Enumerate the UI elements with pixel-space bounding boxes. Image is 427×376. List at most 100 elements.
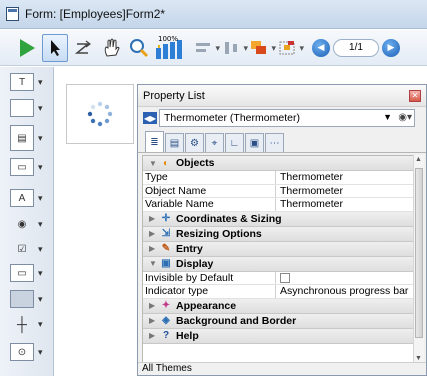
group-label: Entry [176,242,203,255]
zoom-icon[interactable] [126,34,152,62]
gear-icon: ⚙ [190,137,199,149]
stack-icon[interactable] [246,34,276,62]
collapsed-triangle-icon: ▶ [149,301,156,310]
chevron-down-icon: ▾ [38,192,43,203]
group-entry[interactable]: ▶ ✎ Entry [143,241,413,257]
invisible-by-default-checkbox[interactable] [280,272,290,283]
group-display[interactable]: ▼ ▣ Display [143,256,413,272]
collapsed-triangle-icon: ▶ [149,244,156,253]
theme-status: All Themes [138,362,426,375]
display-icon: ▣ [161,258,171,269]
chevron-down-icon: ▾ [38,318,43,329]
list-view-icon: ≣ [150,136,159,148]
palette-field-tool[interactable]: T ▾ [10,71,50,93]
property-value[interactable]: Thermometer [276,198,413,211]
group-label: Display [176,257,214,270]
next-page-icon[interactable]: ▶ [382,38,400,57]
scroll-down-icon[interactable]: ▼ [415,355,422,362]
coordinates-icon: ⌖ [211,137,218,149]
hand-icon[interactable] [98,34,124,62]
property-row[interactable]: Object Name Thermometer [143,184,413,198]
chevron-down-icon: ▾ [38,346,43,357]
align-icon[interactable] [190,34,220,62]
radio-tool-icon: ◉ [17,218,27,230]
palette-list-box-tool[interactable]: ▤ ▾ [10,123,50,153]
tab-resizing[interactable]: ∟ [225,133,244,152]
window-title: Form: [Employees]Form2* [25,7,166,21]
property-row[interactable]: Invisible by Default [143,271,413,285]
prev-page-icon[interactable]: ◀ [312,38,330,57]
expanded-triangle-icon: ▼ [149,259,157,268]
object-selector[interactable]: Thermometer (Thermometer) ▼ ◉▾ [159,109,415,127]
group-background-border[interactable]: ▶ ◈ Background and Border [143,313,413,329]
collapsed-triangle-icon: ▶ [149,331,156,340]
property-tabs: ≣ ▤ ⚙ ⌖ ∟ ▣ ⋯ [138,129,426,153]
group-resizing-options[interactable]: ▶ ⇲ Resizing Options [143,226,413,242]
tab-settings[interactable]: ⚙ [185,133,204,152]
form-editor-toolbar: 100% ◀ 1/1 ▶ [0,30,427,66]
palette-plugin-tool[interactable]: ⊙ ▾ [10,341,50,363]
property-value[interactable]: Asynchronous progress bar [276,285,413,298]
property-value[interactable]: Thermometer [276,185,413,198]
palette-splitter-tool[interactable]: ┼ ▾ [10,313,50,335]
color-icon[interactable] [274,34,304,62]
tab-display[interactable]: ▣ [245,133,264,152]
palette-tab-control-tool[interactable]: ▭ ▾ [10,262,50,284]
chevron-down-icon: ▼ [383,112,392,122]
group-label: Help [176,329,199,342]
field-tool-icon: T [10,73,34,91]
group-help[interactable]: ▶ ? Help [143,328,413,344]
object-icon: ▤ [169,137,180,149]
thermometer-object[interactable] [66,84,134,144]
tab-coordinates[interactable]: ⌖ [205,133,224,152]
group-appearance[interactable]: ▶ ✦ Appearance [143,298,413,314]
page-navigator: ◀ 1/1 ▶ [312,38,400,57]
property-key: Object Name [143,184,276,197]
property-key: Indicator type [143,285,276,298]
bar-chart-icon[interactable]: 100% [154,34,188,62]
palette-combo-tool[interactable]: ▭ ▾ [10,156,50,178]
tab-object[interactable]: ▤ [165,133,184,152]
background-icon: ◈ [162,315,170,326]
tab-control-tool-icon: ▭ [10,264,34,282]
property-list-title: Property List [143,89,205,102]
tab-more[interactable]: ⋯ [265,133,284,152]
scrollbar-thumb[interactable] [415,168,423,338]
object-selector-bar: ◀▶ Thermometer (Thermometer) ▼ ◉▾ [138,107,426,129]
rectangle-tool-icon [10,290,34,308]
palette-button-tool[interactable]: A ▾ [10,187,50,209]
order-icon[interactable] [70,34,96,62]
property-row[interactable]: Indicator type Asynchronous progress bar [143,285,413,299]
collapsed-triangle-icon: ▶ [149,316,156,325]
tab-list-view[interactable]: ≣ [145,131,164,152]
property-grid-scrollbar[interactable]: ▲ ▼ [413,155,424,363]
scroll-up-icon[interactable]: ▲ [415,156,422,163]
resizing-icon: ∟ [229,137,240,149]
property-row[interactable]: Type Thermometer [143,171,413,185]
group-label: Appearance [176,299,237,312]
arrow-pointer-icon[interactable] [42,33,68,62]
eye-icon[interactable]: ◉▾ [398,112,412,123]
property-list-panel: Property List ✕ ◀▶ Thermometer (Thermome… [137,84,427,376]
group-coordinates-sizing[interactable]: ▶ ✛ Coordinates & Sizing [143,211,413,227]
palette-radio-tool[interactable]: ◉ ▾ [10,213,50,235]
palette-text-area-tool[interactable]: ▾ [10,97,50,119]
distribute-icon[interactable] [218,34,248,62]
more-icon: ⋯ [269,137,280,149]
help-icon: ? [162,330,170,341]
property-row[interactable]: Variable Name Thermometer [143,198,413,212]
group-objects[interactable]: ▼ ◐ Objects [143,156,413,171]
object-nav-icon[interactable]: ◀▶ [143,112,157,124]
combo-tool-icon: ▭ [10,158,34,176]
appearance-icon: ✦ [161,300,171,311]
chevron-down-icon: ▾ [38,76,43,87]
page-counter[interactable]: 1/1 [333,38,379,57]
palette-rectangle-tool[interactable]: ▾ [10,288,50,310]
text-area-tool-icon [10,99,34,117]
close-icon[interactable]: ✕ [409,89,421,102]
display-icon: ▣ [249,137,260,149]
play-icon[interactable] [14,34,40,62]
collapsed-triangle-icon: ▶ [149,229,156,238]
entry-icon: ✎ [161,243,171,254]
palette-checkbox-tool[interactable]: ☑ ▾ [10,238,50,260]
